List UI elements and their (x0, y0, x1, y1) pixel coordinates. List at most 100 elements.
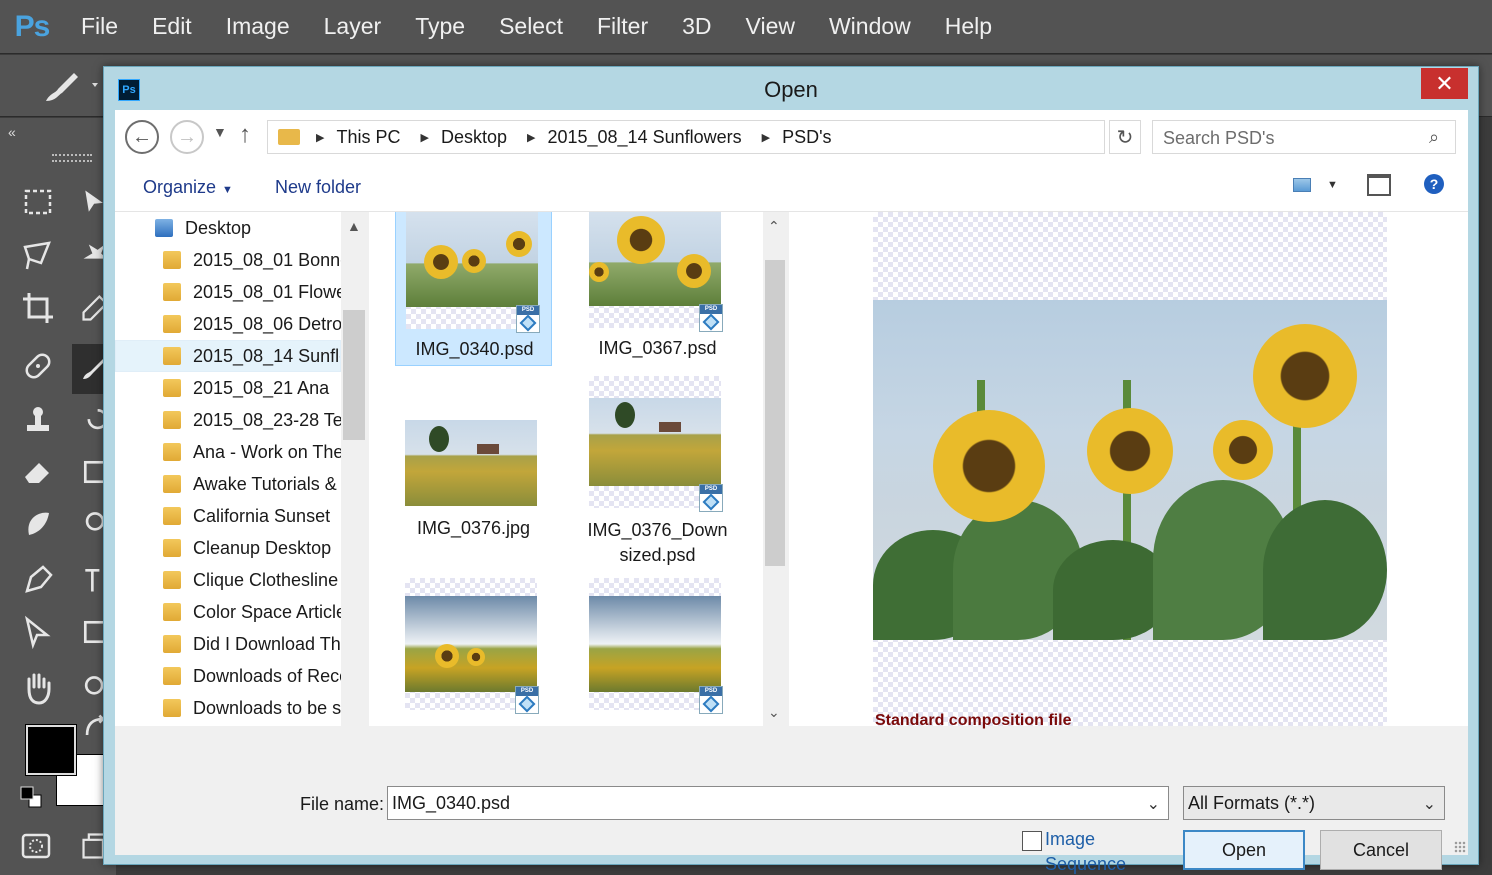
lasso-tool-icon[interactable] (18, 236, 58, 276)
forward-button[interactable]: → (170, 120, 204, 154)
file-name-value: IMG_0340.psd (392, 792, 511, 813)
menu-filter[interactable]: Filter (580, 13, 665, 40)
pen-tool-icon[interactable] (18, 560, 58, 600)
breadcrumb-separator-icon[interactable]: ▶ (316, 131, 324, 144)
tree-scrollbar-thumb[interactable] (343, 310, 365, 440)
tree-item-folder[interactable]: Color Space Article (115, 596, 341, 628)
menu-select[interactable]: Select (482, 13, 580, 40)
file-list: PSD IMG_0340.psd PSD IMG_0367.psd IMG_03… (369, 212, 763, 726)
cancel-button[interactable]: Cancel (1320, 830, 1442, 870)
tree-item-folder[interactable]: California Sunset (115, 500, 341, 532)
breadcrumb-separator-icon[interactable]: ▶ (420, 131, 428, 144)
folder-icon (163, 603, 181, 621)
scroll-up-icon[interactable]: ▲ (347, 218, 361, 234)
tree-item-folder[interactable]: Did I Download Th (115, 628, 341, 660)
file-name: IMG_0376.jpg (416, 518, 531, 538)
tree-item-folder[interactable]: 2015_08_01 Flower (115, 276, 341, 308)
tree-item-folder[interactable]: 2015_08_23-28 Ter (115, 404, 341, 436)
menu-view[interactable]: View (729, 13, 812, 40)
tree-item-folder[interactable]: 2015_08_06 Detroi (115, 308, 341, 340)
menu-edit[interactable]: Edit (135, 13, 209, 40)
menu-file[interactable]: File (64, 13, 135, 40)
file-name-input[interactable]: IMG_0340.psd ⌄ (387, 786, 1169, 820)
view-options-chevron-icon[interactable]: ▼ (1327, 179, 1338, 191)
file-format-select[interactable]: All Formats (*.*) ⌄ (1183, 786, 1445, 820)
menu-help[interactable]: Help (928, 13, 1009, 40)
search-icon[interactable]: ⌕ (1429, 127, 1439, 148)
crop-tool-icon[interactable] (18, 288, 58, 328)
psd-file-icon: PSD (699, 484, 723, 512)
foreground-color-swatch[interactable] (25, 724, 77, 776)
breadcrumb-sunflowers[interactable]: 2015_08_14 Sunflowers (547, 127, 741, 148)
tree-item-folder-selected[interactable]: 2015_08_14 Sunflo (115, 340, 341, 372)
tree-item-folder[interactable]: Clique Clothesline ! (115, 564, 341, 596)
chevron-down-icon[interactable]: ⌄ (1147, 794, 1160, 814)
back-button[interactable]: ← (125, 120, 159, 154)
blur-tool-icon[interactable] (18, 504, 58, 544)
menu-image[interactable]: Image (209, 13, 307, 40)
close-button[interactable]: ✕ (1421, 68, 1468, 99)
resize-grip-icon[interactable] (1454, 841, 1466, 853)
open-button[interactable]: Open (1183, 830, 1305, 870)
tree-item-desktop[interactable]: Desktop (115, 212, 341, 244)
marquee-tool-icon[interactable] (18, 182, 58, 222)
scroll-up-icon[interactable]: ⌃ (768, 218, 780, 235)
file-item[interactable]: IMG_0376.jpg (395, 408, 552, 568)
eraser-tool-icon[interactable] (18, 452, 58, 492)
menu-type[interactable]: Type (398, 13, 482, 40)
folder-icon (163, 411, 181, 429)
refresh-button[interactable]: ↻ (1109, 120, 1141, 154)
breadcrumb-separator-icon[interactable]: ▶ (762, 131, 770, 144)
tree-item-folder[interactable]: Awake Tutorials & (115, 468, 341, 500)
organize-button[interactable]: Organize ▼ (143, 177, 233, 198)
panel-grip[interactable] (52, 154, 92, 162)
healing-brush-tool-icon[interactable] (18, 346, 58, 386)
preview-pane-icon[interactable] (1367, 174, 1391, 196)
folder-icon (163, 443, 181, 461)
breadcrumb-separator-icon[interactable]: ▶ (527, 131, 535, 144)
hand-tool-icon[interactable] (18, 668, 58, 708)
image-sequence-checkbox[interactable] (1022, 831, 1042, 851)
menu-3d[interactable]: 3D (665, 13, 728, 40)
path-selection-tool-icon[interactable] (18, 612, 58, 652)
menu-window[interactable]: Window (812, 13, 928, 40)
file-item[interactable]: PSD (395, 578, 552, 726)
stamp-tool-icon[interactable] (18, 400, 58, 440)
brush-preset-icon[interactable] (40, 67, 102, 107)
tree-item-label: 2015_08_01 Bonne (193, 249, 341, 270)
breadcrumb-desktop[interactable]: Desktop (441, 127, 507, 148)
file-item[interactable]: PSD IMG_0367.psd (579, 212, 736, 366)
scroll-down-icon[interactable]: ⌄ (768, 704, 780, 721)
file-item[interactable]: PSD IMG_0376_Down sized.psd (579, 376, 736, 576)
tools-panel: « (0, 118, 116, 875)
tree-item-folder[interactable]: Cleanup Desktop (115, 532, 341, 564)
file-list-scrollbar-thumb[interactable] (765, 260, 785, 566)
file-item[interactable]: PSD (579, 578, 736, 726)
folder-icon (278, 129, 300, 145)
tree-scrollbar[interactable] (341, 212, 367, 726)
up-button[interactable]: ↑ (239, 121, 251, 149)
psd-file-icon: PSD (515, 686, 539, 714)
tree-item-folder[interactable]: 2015_08_21 Ana (115, 372, 341, 404)
address-bar[interactable]: ▶ This PC ▶ Desktop ▶ 2015_08_14 Sunflow… (267, 120, 1251, 154)
panel-collapse-icon[interactable]: « (8, 124, 16, 140)
new-folder-button[interactable]: New folder (275, 177, 361, 198)
tree-item-folder[interactable]: Ana - Work on The (115, 436, 341, 468)
breadcrumb-psds[interactable]: PSD's (782, 127, 831, 148)
tree-item-folder[interactable]: Downloads of Rece (115, 660, 341, 692)
tree-item-folder[interactable]: Downloads to be s (115, 692, 341, 724)
quick-mask-icon[interactable] (16, 826, 56, 866)
folder-icon (163, 379, 181, 397)
image-sequence-label[interactable]: Image Sequence (1045, 827, 1135, 875)
folder-icon (163, 315, 181, 333)
search-input[interactable]: Search PSD's ⌕ (1152, 120, 1456, 154)
change-view-icon[interactable] (1293, 178, 1311, 192)
help-icon[interactable]: ? (1424, 174, 1444, 194)
file-item-selected[interactable]: PSD IMG_0340.psd (395, 212, 552, 366)
tree-item-folder[interactable]: 2015_08_01 Bonne (115, 244, 341, 276)
menu-layer[interactable]: Layer (307, 13, 399, 40)
breadcrumb-this-pc[interactable]: This PC (336, 127, 400, 148)
default-colors-icon[interactable] (14, 780, 50, 816)
tree-item-label: 2015_08_06 Detroi (193, 313, 341, 334)
recent-locations-chevron-icon[interactable]: ▼ (213, 124, 227, 140)
